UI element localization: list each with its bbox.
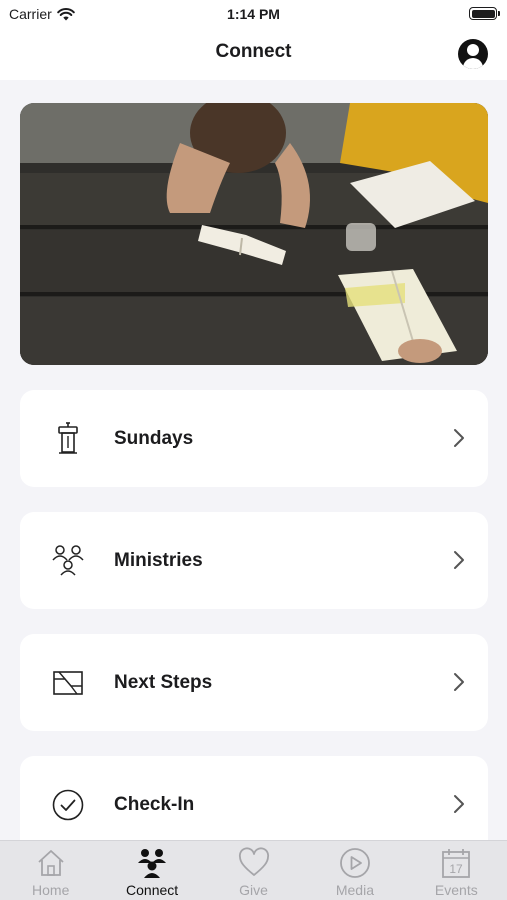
home-icon — [38, 850, 64, 876]
page-title: Connect — [215, 41, 292, 62]
svg-text:17: 17 — [450, 862, 464, 876]
chevron-right-icon — [454, 673, 464, 691]
podium-icon — [58, 422, 78, 454]
check-circle-icon — [52, 789, 84, 821]
status-time: 1:14 PM — [227, 6, 280, 22]
menu-item-next-steps[interactable]: Next Steps — [20, 634, 488, 731]
menu-item-sundays[interactable]: Sundays — [20, 390, 488, 487]
tab-bar: Home Connect Give Media 17 Events — [0, 840, 507, 900]
menu-item-label: Sundays — [114, 427, 194, 449]
group-icon — [52, 545, 84, 576]
tab-label: Give — [239, 882, 268, 898]
chevron-right-icon — [454, 429, 464, 447]
tab-media[interactable]: Media — [304, 841, 405, 900]
tab-connect[interactable]: Connect — [101, 841, 202, 900]
calendar-icon: 17 — [442, 849, 471, 878]
people-icon — [138, 849, 167, 878]
profile-icon[interactable] — [458, 39, 488, 69]
tab-give[interactable]: Give — [203, 841, 304, 900]
play-icon — [340, 848, 370, 878]
steps-icon — [53, 671, 83, 695]
menu-item-label: Ministries — [114, 549, 203, 571]
tab-home[interactable]: Home — [0, 841, 101, 900]
tab-events[interactable]: 17 Events — [406, 841, 507, 900]
heart-icon — [238, 847, 269, 876]
tab-label: Connect — [126, 882, 179, 898]
tab-label: Home — [32, 882, 70, 898]
menu-item-label: Next Steps — [114, 671, 213, 693]
chevron-right-icon — [454, 795, 464, 813]
menu-item-check-in[interactable]: Check-In — [20, 756, 488, 853]
tab-label: Events — [434, 882, 478, 898]
status-bar: Carrier 1:14 PM — [0, 0, 507, 28]
hero-image — [20, 103, 488, 365]
battery-icon — [469, 7, 500, 20]
menu-item-label: Check-In — [114, 793, 195, 815]
menu-item-ministries[interactable]: Ministries — [20, 512, 488, 609]
chevron-right-icon — [454, 551, 464, 569]
tab-label: Media — [335, 882, 374, 898]
navigation-bar: Connect — [0, 28, 507, 80]
